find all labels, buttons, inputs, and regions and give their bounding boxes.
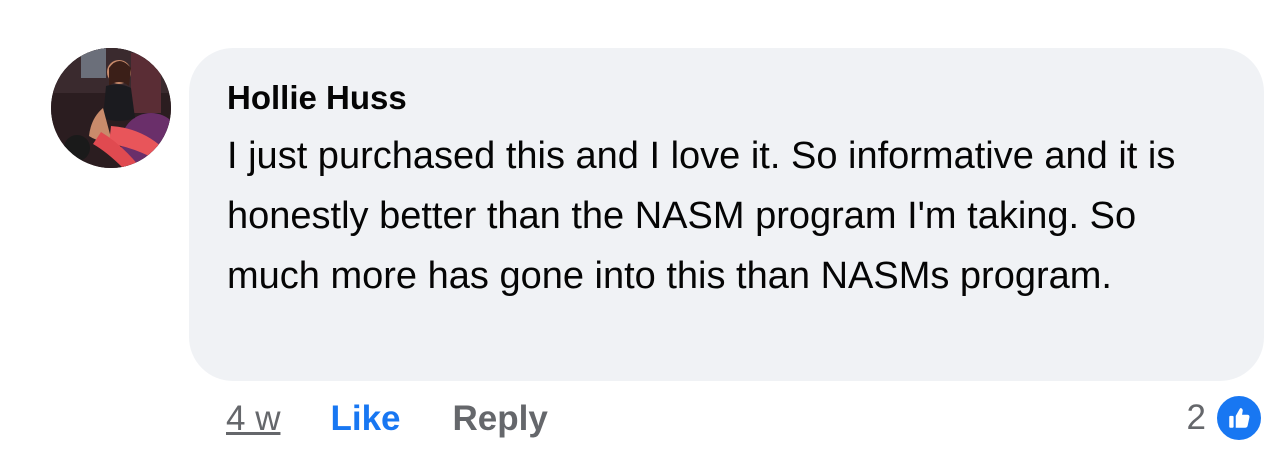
comment-bubble: Hollie Huss I just purchased this and I …	[189, 48, 1264, 381]
reaction-count: 2	[1186, 398, 1206, 437]
comment-actions: 4 w Like Reply	[226, 396, 548, 442]
reply-button[interactable]: Reply	[453, 399, 548, 439]
like-button[interactable]: Like	[330, 399, 400, 439]
comment: Hollie Huss I just purchased this and I …	[0, 0, 1284, 470]
comment-timestamp-link[interactable]: 4 w	[226, 399, 280, 439]
avatar[interactable]	[51, 48, 171, 168]
comment-text: I just purchased this and I love it. So …	[227, 135, 1176, 297]
comment-author[interactable]: Hollie Huss	[227, 76, 1234, 120]
avatar-photo	[51, 48, 171, 168]
thumbs-up-icon	[1214, 393, 1264, 443]
reactions-summary[interactable]: 2	[1187, 392, 1264, 444]
